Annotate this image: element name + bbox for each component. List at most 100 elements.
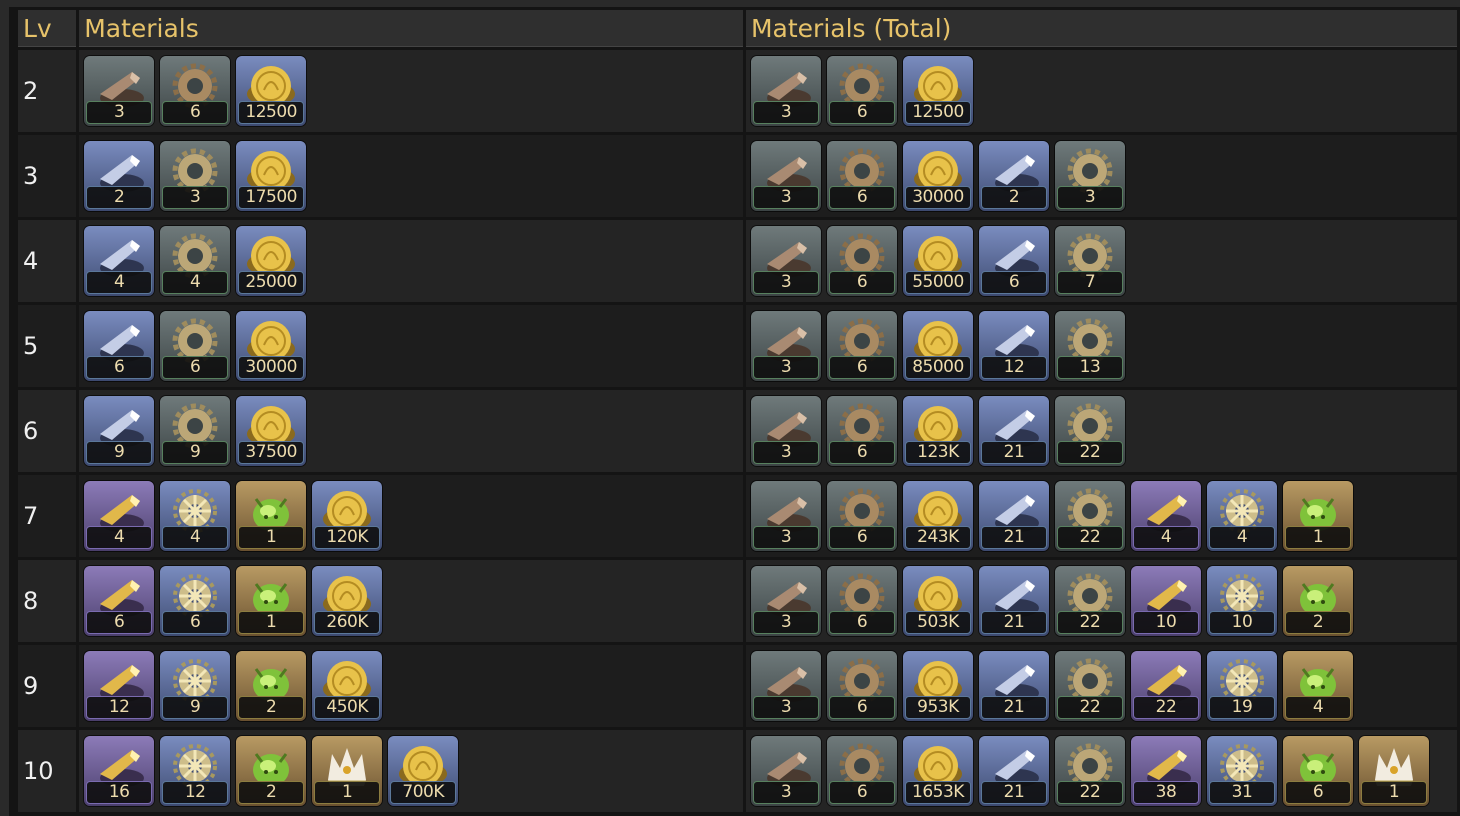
bronze-ore-slot[interactable]: 3 <box>750 56 821 126</box>
gold-coin-slot[interactable]: 12500 <box>902 56 973 126</box>
gold-coin-slot[interactable]: 450K <box>312 651 383 721</box>
silver-ore-slot[interactable]: 21 <box>978 481 1049 551</box>
bronze-gear-slot[interactable]: 6 <box>826 311 897 381</box>
quantity-label: 9 <box>86 441 153 464</box>
gold-coin-slot[interactable]: 17500 <box>236 141 307 211</box>
silver-ore-slot[interactable]: 21 <box>978 736 1049 806</box>
gold-ore-slot[interactable]: 4 <box>84 481 155 551</box>
silver-ore-slot[interactable]: 2 <box>978 141 1049 211</box>
crown-slot[interactable]: 1 <box>1358 736 1429 806</box>
quantity-label: 1 <box>314 781 381 804</box>
bronze-ore-slot[interactable]: 3 <box>750 651 821 721</box>
silver-ore-slot[interactable]: 6 <box>978 226 1049 296</box>
bronze-gear-slot[interactable]: 6 <box>160 56 231 126</box>
bronze-gear-slot[interactable]: 6 <box>826 141 897 211</box>
bronze-ore-slot[interactable]: 3 <box>750 141 821 211</box>
silver-gear-slot[interactable]: 13 <box>1054 311 1125 381</box>
quantity-label: 21 <box>980 526 1047 549</box>
gold-coin-slot[interactable]: 30000 <box>902 141 973 211</box>
bronze-gear-slot[interactable]: 6 <box>826 736 897 806</box>
silver-gear-slot[interactable]: 9 <box>160 396 231 466</box>
green-crystal-slot[interactable]: 4 <box>1282 651 1353 721</box>
green-crystal-slot[interactable]: 2 <box>1282 566 1353 636</box>
ornate-gear-slot[interactable]: 9 <box>160 651 231 721</box>
silver-gear-slot[interactable]: 6 <box>160 311 231 381</box>
bronze-ore-slot[interactable]: 3 <box>750 736 821 806</box>
level-cell: 5 <box>18 305 77 387</box>
quantity-label: 3 <box>752 356 819 379</box>
silver-gear-slot[interactable]: 22 <box>1054 736 1125 806</box>
silver-gear-slot[interactable]: 22 <box>1054 566 1125 636</box>
gold-ore-slot[interactable]: 22 <box>1130 651 1201 721</box>
bronze-gear-slot[interactable]: 6 <box>826 481 897 551</box>
silver-ore-slot[interactable]: 21 <box>978 566 1049 636</box>
gold-coin-slot[interactable]: 30000 <box>236 311 307 381</box>
materials-cell: 4 4 1 120K <box>79 475 743 557</box>
ornate-gear-slot[interactable]: 4 <box>1206 481 1277 551</box>
gold-ore-slot[interactable]: 12 <box>84 651 155 721</box>
quantity-label: 9 <box>162 696 229 719</box>
gold-coin-slot[interactable]: 243K <box>902 481 973 551</box>
gold-coin-slot[interactable]: 503K <box>902 566 973 636</box>
gold-coin-slot[interactable]: 700K <box>388 736 459 806</box>
bronze-ore-slot[interactable]: 3 <box>750 226 821 296</box>
silver-gear-slot[interactable]: 3 <box>160 141 231 211</box>
ornate-gear-slot[interactable]: 6 <box>160 566 231 636</box>
materials-total-cell: 3 6 30000 2 3 <box>745 135 1457 217</box>
silver-gear-slot[interactable]: 4 <box>160 226 231 296</box>
silver-ore-slot[interactable]: 21 <box>978 396 1049 466</box>
gold-coin-slot[interactable]: 37500 <box>236 396 307 466</box>
green-crystal-slot[interactable]: 2 <box>236 736 307 806</box>
crown-slot[interactable]: 1 <box>312 736 383 806</box>
silver-gear-slot[interactable]: 22 <box>1054 481 1125 551</box>
quantity-label: 21 <box>980 696 1047 719</box>
gold-coin-slot[interactable]: 120K <box>312 481 383 551</box>
bronze-gear-slot[interactable]: 6 <box>826 566 897 636</box>
silver-gear-slot[interactable]: 3 <box>1054 141 1125 211</box>
silver-gear-slot[interactable]: 22 <box>1054 396 1125 466</box>
quantity-label: 6 <box>828 356 895 379</box>
bronze-gear-slot[interactable]: 6 <box>826 56 897 126</box>
bronze-gear-slot[interactable]: 6 <box>826 226 897 296</box>
bronze-ore-slot[interactable]: 3 <box>84 56 155 126</box>
gold-ore-slot[interactable]: 6 <box>84 566 155 636</box>
silver-ore-slot[interactable]: 6 <box>84 311 155 381</box>
bronze-gear-slot[interactable]: 6 <box>826 651 897 721</box>
ornate-gear-slot[interactable]: 4 <box>160 481 231 551</box>
green-crystal-slot[interactable]: 1 <box>1282 481 1353 551</box>
silver-gear-slot[interactable]: 7 <box>1054 226 1125 296</box>
bronze-ore-slot[interactable]: 3 <box>750 566 821 636</box>
bronze-gear-slot[interactable]: 6 <box>826 396 897 466</box>
green-crystal-slot[interactable]: 2 <box>236 651 307 721</box>
gold-ore-slot[interactable]: 16 <box>84 736 155 806</box>
gold-coin-slot[interactable]: 25000 <box>236 226 307 296</box>
gold-coin-slot[interactable]: 12500 <box>236 56 307 126</box>
green-crystal-slot[interactable]: 1 <box>236 481 307 551</box>
gold-coin-slot[interactable]: 260K <box>312 566 383 636</box>
quantity-label: 2 <box>1284 611 1351 634</box>
ornate-gear-slot[interactable]: 19 <box>1206 651 1277 721</box>
gold-ore-slot[interactable]: 10 <box>1130 566 1201 636</box>
quantity-label: 2 <box>86 186 153 209</box>
bronze-ore-slot[interactable]: 3 <box>750 311 821 381</box>
gold-ore-slot[interactable]: 38 <box>1130 736 1201 806</box>
gold-coin-slot[interactable]: 85000 <box>902 311 973 381</box>
bronze-ore-slot[interactable]: 3 <box>750 396 821 466</box>
silver-ore-slot[interactable]: 9 <box>84 396 155 466</box>
silver-ore-slot[interactable]: 12 <box>978 311 1049 381</box>
green-crystal-slot[interactable]: 1 <box>236 566 307 636</box>
silver-ore-slot[interactable]: 21 <box>978 651 1049 721</box>
gold-coin-slot[interactable]: 953K <box>902 651 973 721</box>
ornate-gear-slot[interactable]: 12 <box>160 736 231 806</box>
gold-coin-slot[interactable]: 55000 <box>902 226 973 296</box>
silver-gear-slot[interactable]: 22 <box>1054 651 1125 721</box>
green-crystal-slot[interactable]: 6 <box>1282 736 1353 806</box>
bronze-ore-slot[interactable]: 3 <box>750 481 821 551</box>
silver-ore-slot[interactable]: 4 <box>84 226 155 296</box>
ornate-gear-slot[interactable]: 10 <box>1206 566 1277 636</box>
gold-coin-slot[interactable]: 123K <box>902 396 973 466</box>
ornate-gear-slot[interactable]: 31 <box>1206 736 1277 806</box>
gold-ore-slot[interactable]: 4 <box>1130 481 1201 551</box>
silver-ore-slot[interactable]: 2 <box>84 141 155 211</box>
gold-coin-slot[interactable]: 1653K <box>902 736 973 806</box>
